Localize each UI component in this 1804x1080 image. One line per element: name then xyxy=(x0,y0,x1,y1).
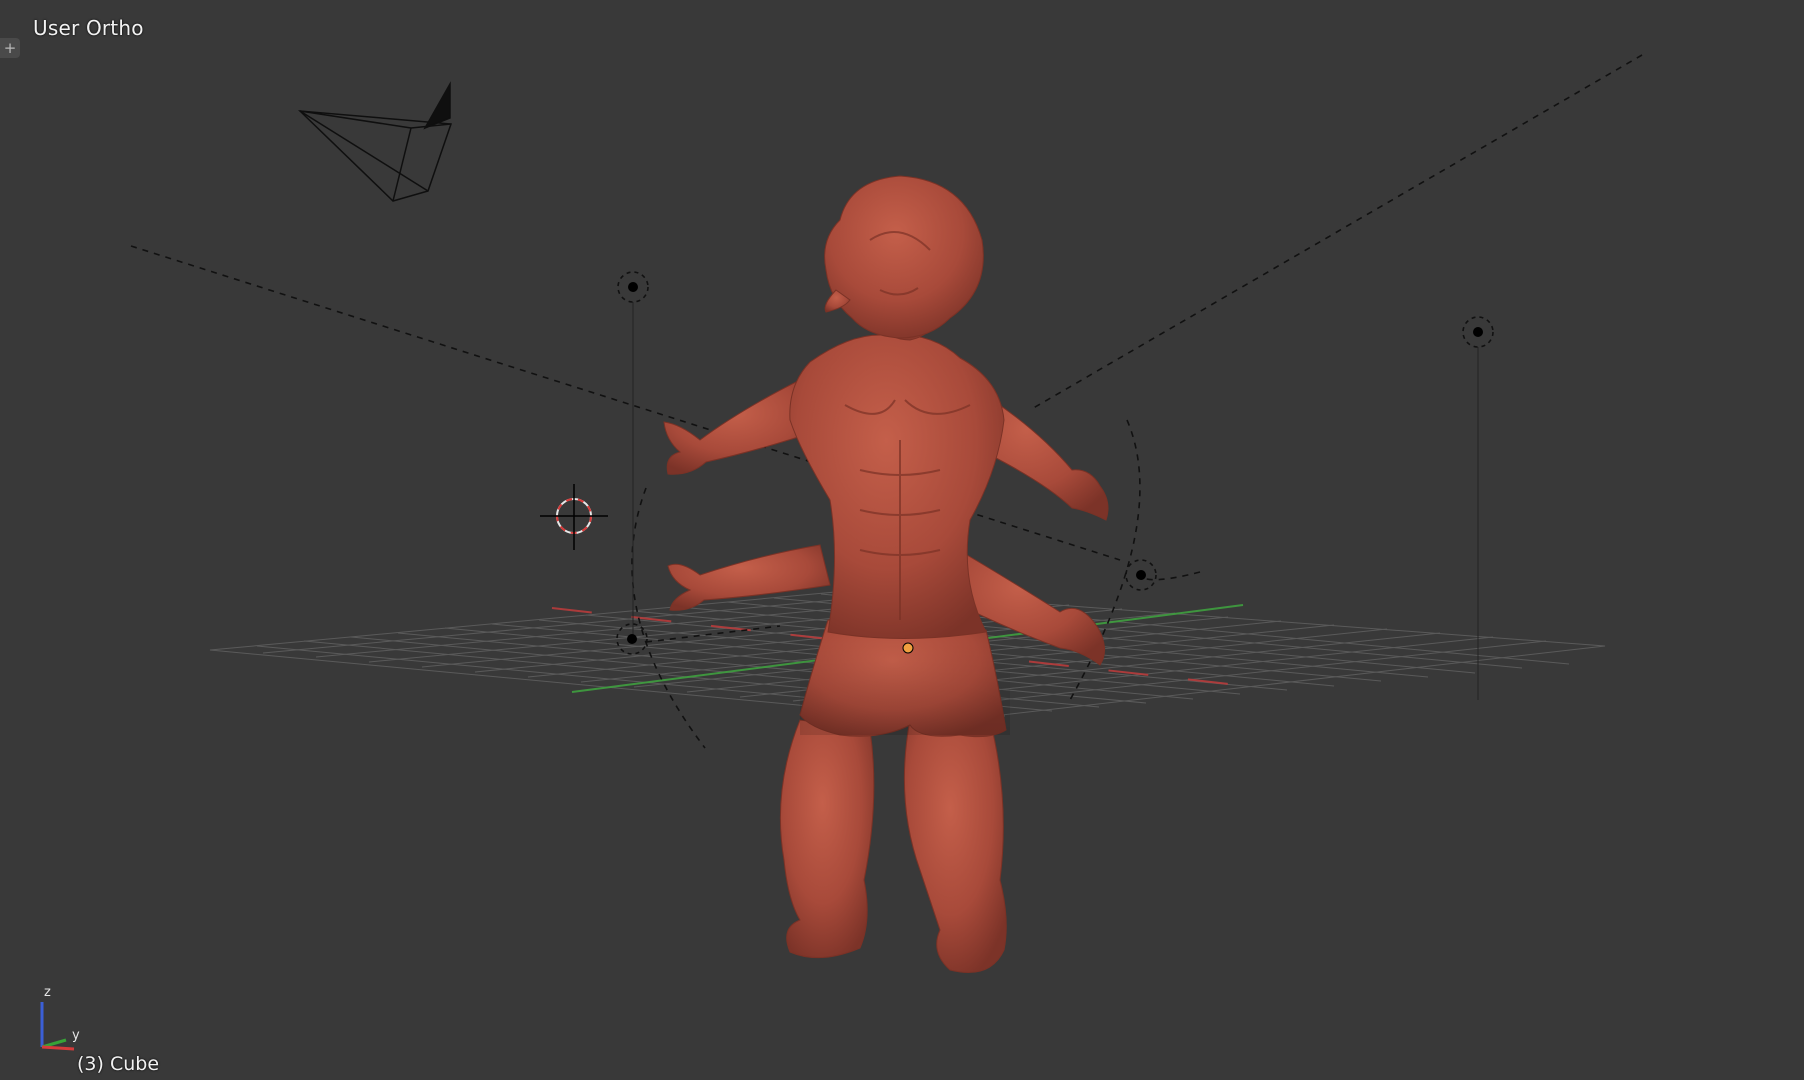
plus-icon: + xyxy=(3,39,17,57)
lamp-spot[interactable] xyxy=(616,623,781,655)
sculpted-mesh[interactable] xyxy=(663,175,1109,973)
lamp-sun[interactable] xyxy=(1125,559,1157,591)
3d-viewport[interactable]: User Ortho + z y (3) Cube xyxy=(0,0,1804,1080)
lamp-left[interactable] xyxy=(617,271,649,636)
active-object-label: (3) Cube xyxy=(77,1053,160,1075)
z-axis-label: z xyxy=(44,985,51,1000)
tool-shelf-toggle-button[interactable]: + xyxy=(0,38,20,58)
lamp-right[interactable] xyxy=(1462,316,1494,700)
view-mode-label: User Ortho xyxy=(33,16,144,40)
axis-orientation-gizmo: z y xyxy=(40,985,80,1051)
object-origin-dot[interactable] xyxy=(902,642,914,654)
scene-canvas[interactable] xyxy=(0,0,1804,1080)
y-axis-label: y xyxy=(72,1028,80,1043)
mesh-shadow xyxy=(800,640,1010,735)
x-axis-indicator xyxy=(41,1045,75,1051)
3d-cursor[interactable] xyxy=(540,484,608,550)
camera-object[interactable] xyxy=(297,81,453,202)
